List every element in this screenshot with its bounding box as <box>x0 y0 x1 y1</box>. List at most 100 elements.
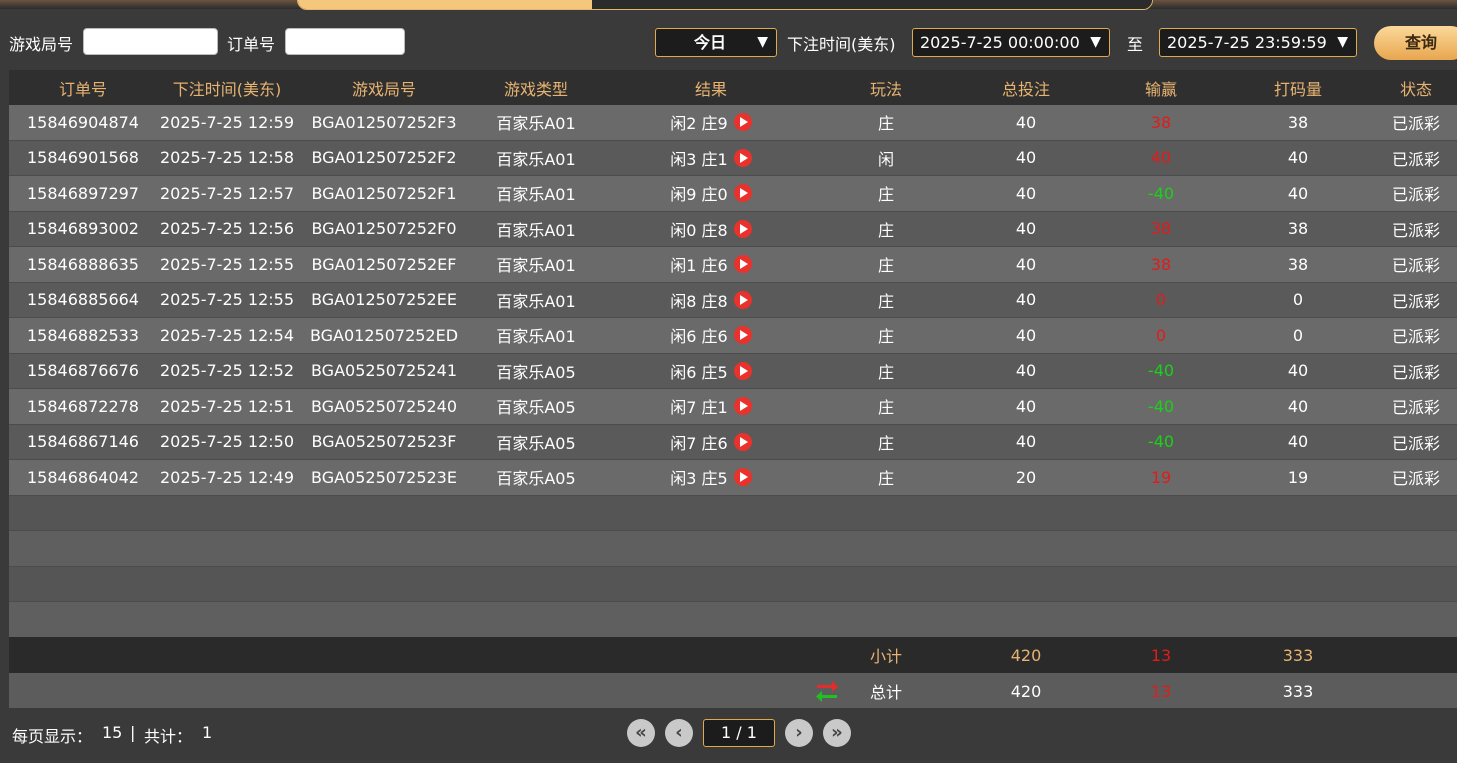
cell-win: 19 <box>1101 460 1221 495</box>
cell-win-text: -40 <box>1147 183 1175 203</box>
cell-game-text: 百家乐A01 <box>496 114 576 134</box>
cell-play-text: 庄 <box>877 362 894 382</box>
subtotal-label: 小计 <box>869 647 902 666</box>
cell-round-text: BGA05250725241 <box>310 361 457 381</box>
cell-status: 已派彩 <box>1375 247 1457 282</box>
query-button[interactable]: 查询 <box>1374 26 1457 60</box>
cell-status-text: 已派彩 <box>1391 256 1440 276</box>
date-range-select[interactable]: 今日 ▼ <box>655 28 777 57</box>
cell-time: 2025-7-25 12:59 <box>157 105 297 140</box>
table-row: 15846864042 2025-7-25 12:49 BGA0525072523E… <box>9 460 1457 496</box>
cell-time-text: 2025-7-25 12:55 <box>160 290 294 310</box>
play-replay-icon[interactable] <box>733 326 752 345</box>
cell-order: 15846876676 <box>9 354 157 389</box>
cell-round-text: BGA05250725240 <box>310 396 457 416</box>
cell-game-text: 百家乐A01 <box>496 220 576 240</box>
cell-order-text: 15846867146 <box>27 432 139 452</box>
chevron-down-icon: ▼ <box>1337 34 1348 50</box>
cell-game-text: 百家乐A05 <box>496 362 576 382</box>
cell-status: 已派彩 <box>1375 354 1457 389</box>
next-page-icon[interactable]: › <box>785 719 813 747</box>
cell-time: 2025-7-25 12:50 <box>157 425 297 460</box>
cell-result-text: 闲7 庄1 <box>670 398 728 418</box>
cell-order: 15846872278 <box>9 389 157 424</box>
play-replay-icon[interactable] <box>733 219 752 238</box>
cell-game: 百家乐A05 <box>471 354 601 389</box>
cell-result: 闲8 庄8 <box>601 283 821 318</box>
cell-play-text: 闲 <box>877 149 894 169</box>
cell-code-text: 38 <box>1287 254 1309 274</box>
cell-bet-text: 40 <box>1015 396 1037 416</box>
cell-status-text: 已派彩 <box>1391 114 1440 134</box>
order-input[interactable] <box>285 28 405 55</box>
header-cell: 下注时间(美东) <box>172 79 282 99</box>
cell-bet: 40 <box>951 212 1101 247</box>
cell-time: 2025-7-25 12:51 <box>157 389 297 424</box>
cell-time-text: 2025-7-25 12:55 <box>160 254 294 274</box>
page-indicator[interactable]: 1 / 1 <box>703 719 775 747</box>
subtotal-code: 333 <box>1282 645 1314 665</box>
play-replay-icon[interactable] <box>733 290 752 309</box>
cell-code-text: 40 <box>1287 148 1309 168</box>
play-replay-icon[interactable] <box>733 184 752 203</box>
prev-page-icon[interactable]: ‹ <box>665 719 693 747</box>
cell-result-text: 闲9 庄0 <box>670 185 728 205</box>
cell-result-text: 闲3 庄1 <box>670 149 728 169</box>
cell-time-text: 2025-7-25 12:57 <box>160 183 294 203</box>
cell-code: 0 <box>1221 283 1375 318</box>
cell-status: 已派彩 <box>1375 389 1457 424</box>
play-replay-icon[interactable] <box>733 397 752 416</box>
cell-order-text: 15846872278 <box>27 396 139 416</box>
first-page-icon[interactable]: « <box>627 719 655 747</box>
cell-code-text: 40 <box>1287 396 1309 416</box>
top-tab-inactive[interactable] <box>592 0 1152 9</box>
cell-status: 已派彩 <box>1375 105 1457 140</box>
cell-result-text: 闲3 庄5 <box>670 469 728 489</box>
cell-win-text: -40 <box>1147 432 1175 452</box>
cell-bet: 40 <box>951 141 1101 176</box>
cell-win: 0 <box>1101 283 1221 318</box>
cell-play-text: 庄 <box>877 398 894 418</box>
cell-order-text: 15846885664 <box>27 290 139 310</box>
cell-play: 闲 <box>821 141 951 176</box>
cell-time: 2025-7-25 12:56 <box>157 212 297 247</box>
empty-table-row <box>9 602 1457 638</box>
last-page-icon[interactable]: » <box>823 719 851 747</box>
play-replay-icon[interactable] <box>733 148 752 167</box>
cell-win: 38 <box>1101 212 1221 247</box>
cell-result: 闲6 庄5 <box>601 354 821 389</box>
cell-status: 已派彩 <box>1375 425 1457 460</box>
cell-bet-text: 40 <box>1015 325 1037 345</box>
round-input[interactable] <box>83 28 218 55</box>
start-time-select[interactable]: 2025-7-25 00:00:00 ▼ <box>912 28 1110 57</box>
cell-order-text: 15846882533 <box>27 325 139 345</box>
cell-code: 40 <box>1221 354 1375 389</box>
to-label: 至 <box>1127 35 1144 54</box>
play-replay-icon[interactable] <box>733 113 752 132</box>
play-replay-icon[interactable] <box>733 255 752 274</box>
play-replay-icon[interactable] <box>733 432 752 451</box>
end-time-select[interactable]: 2025-7-25 23:59:59 ▼ <box>1159 28 1357 57</box>
cell-game-text: 百家乐A01 <box>496 256 576 276</box>
table-body: 15846904874 2025-7-25 12:59 BGA012507252F3… <box>9 105 1457 638</box>
cell-game: 百家乐A01 <box>471 247 601 282</box>
cell-status-text: 已派彩 <box>1391 398 1440 418</box>
cell-round: BGA012507252F1 <box>297 176 471 211</box>
empty-table-row <box>9 531 1457 567</box>
play-replay-icon[interactable] <box>733 468 752 487</box>
cell-code-text: 0 <box>1292 325 1304 345</box>
play-replay-icon[interactable] <box>733 361 752 380</box>
cell-code: 40 <box>1221 425 1375 460</box>
cell-bet-text: 20 <box>1015 467 1037 487</box>
cell-bet: 40 <box>951 425 1101 460</box>
table-row: 15846901568 2025-7-25 12:58 BGA012507252F2… <box>9 140 1457 176</box>
cell-time: 2025-7-25 12:54 <box>157 318 297 353</box>
cell-play: 庄 <box>821 176 951 211</box>
cell-code-text: 38 <box>1287 219 1309 239</box>
cell-play: 庄 <box>821 105 951 140</box>
top-tab-active[interactable] <box>298 0 592 9</box>
cell-play-text: 庄 <box>877 185 894 205</box>
cell-time-text: 2025-7-25 12:52 <box>160 361 294 381</box>
empty-table-row <box>9 566 1457 602</box>
cell-time-text: 2025-7-25 12:58 <box>160 148 294 168</box>
